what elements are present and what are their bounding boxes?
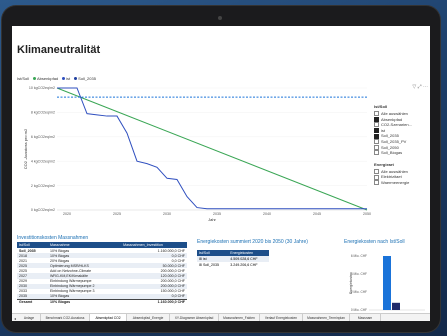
visual-header-icons: ▽ ⤢ ⋯ [374, 84, 428, 90]
tab-massnahmen-terminplan[interactable]: Massnahmen_Terminplan [303, 314, 351, 321]
investment-table-title: Investitionskosten Massnahmen [17, 235, 89, 241]
istsoll-slicer-header: Ist/Soll [374, 104, 388, 109]
tab-absenkpfad-energie[interactable]: Absenkpfad_Energie [127, 314, 171, 321]
x-tick-label: 2040 [263, 212, 271, 216]
table-cell: 10% Biogas [48, 298, 122, 306]
y-tick-label: 6 kgCO2eq/m2 [31, 135, 55, 139]
investment-table: Ist/Soll Massnahme Massnahmen_Investitio… [17, 242, 187, 306]
x-axis-title: Jahr [208, 217, 216, 222]
tab-verlauf-energiekosten[interactable]: Verlauf Energiekosten [260, 314, 304, 321]
legend-label: Ist/Soll [17, 76, 30, 81]
y-tick-label: 10 kgCO2eq/m2 [29, 86, 55, 90]
page-title: Klimaneutralität [17, 44, 101, 56]
y-tick-label: 2 kgCO2eq/m2 [31, 184, 55, 188]
checkbox-icon[interactable] [374, 116, 379, 122]
legend-item-soll[interactable]: Soll_2035 [74, 76, 96, 81]
camera-icon [218, 16, 222, 20]
energy-table-title: Energiekosten summiert 2020 bis 2050 (30… [197, 239, 308, 245]
y-tick-label: 0 kgCO2eq/m2 [31, 208, 55, 212]
tab-massnahmen-fakten[interactable]: Massnahmen_Fakten [219, 314, 261, 321]
table-cell: Gesamt [17, 298, 48, 306]
filter-icon[interactable]: ▽ [412, 84, 416, 90]
checkbox-icon[interactable] [374, 150, 379, 156]
slicer-item-label: Waermeenergie [381, 179, 410, 185]
tablet-device: Klimaneutralität Ist/Soll Absenkpfad ist… [2, 6, 440, 332]
filter-panel: ▽ ⤢ ⋯ Ist/Soll Alle auswählen Absenkpfad C… [374, 84, 428, 186]
x-tick-label: 2050 [363, 212, 371, 216]
series-line-absenkpfad[interactable] [56, 87, 368, 211]
energieart-slicer: Alle auswählen Elektrizitaet Waermeenergie [374, 169, 428, 186]
y-tick-label: 6 Mio. CHF [351, 254, 367, 258]
x-tick-label: 2030 [163, 212, 171, 216]
checkbox-icon[interactable] [374, 139, 379, 145]
x-tick-label: 2045 [313, 212, 321, 216]
legend-item-ist[interactable]: ist [62, 76, 70, 81]
focus-icon[interactable]: ⤢ [418, 84, 422, 90]
slicer-item-label: Soll_Biogas [381, 150, 403, 156]
y-tick-label: 8 kgCO2eq/m2 [31, 111, 55, 115]
legend-item-label: ist [66, 76, 71, 81]
legend-item-label: Absenkpfad [37, 76, 59, 81]
table-cell: 1.160.000,0 CHF [121, 298, 187, 306]
legend-dot-icon [33, 77, 37, 80]
bar-chart-title: Energiekosten nach Ist/Soll [344, 239, 405, 245]
bar-ist[interactable] [383, 256, 391, 310]
y-axis-title: CO2 -Ausstoss pro m2 [23, 128, 28, 169]
checkbox-icon[interactable] [374, 174, 379, 180]
table-cell: ⊞ Soll_2035 [199, 263, 219, 267]
x-tick-label: 2020 [63, 212, 71, 216]
y-axis-title: Energiekosten [349, 272, 353, 294]
checkbox-icon[interactable] [374, 122, 379, 128]
co2-line-chart[interactable]: 10 kgCO2eq/m2 8 kgCO2eq/m2 6 kgCO2eq/m2 4 k… [17, 84, 372, 229]
x-tick-label: 2035 [213, 212, 221, 216]
bar-soll_2035[interactable] [392, 302, 400, 310]
report-canvas: Klimaneutralität Ist/Soll Absenkpfad ist… [12, 26, 430, 321]
slicer-item[interactable]: Waermeenergie [374, 180, 428, 186]
legend-dot-icon [62, 77, 66, 80]
table-total-row[interactable]: Gesamt 10% Biogas 1.160.000,0 CHF [17, 298, 187, 306]
energy-table: Ist/Soll Energiekosten ⊞ ist 4.509.028,6 … [197, 250, 269, 268]
more-icon[interactable]: ⋯ [423, 84, 428, 90]
y-tick-label: 4 kgCO2eq/m2 [31, 159, 55, 163]
tab-absenkpfad-co2[interactable]: Absenkpfad CO2 [90, 314, 128, 321]
desk-background: Klimaneutralität Ist/Soll Absenkpfad ist… [0, 0, 447, 336]
y-tick-label: 2 Mio. CHF [351, 290, 367, 294]
checkbox-icon[interactable] [374, 128, 379, 134]
slicer-item[interactable]: Soll_Biogas [374, 150, 428, 156]
legend-dot-icon [74, 77, 78, 80]
y-tick-label: 0 Mio. CHF [351, 308, 367, 312]
tab-xy-diagramm-absenkpfad[interactable]: XY-Diagramm Absenkpfad [170, 314, 220, 321]
legend-item-label: Soll_2035 [78, 76, 96, 81]
table-cell: 3.249.206,6 CHF [230, 263, 258, 267]
checkbox-icon[interactable] [374, 133, 379, 139]
chart-legend: Ist/Soll Absenkpfad ist Soll_2035 [17, 76, 96, 81]
tab-anlage[interactable]: Anlage [18, 314, 42, 321]
page-tabs: ◂ Anlage Benchmark CO2-Ausstoss Absenkpfad… [12, 313, 430, 321]
istsoll-slicer: Alle auswählen Absenkpfad CO2-Szenarien...… [374, 111, 428, 156]
checkbox-icon[interactable] [374, 169, 379, 175]
tab-benchmark-co2-ausstoss[interactable]: Benchmark CO2-Ausstoss [41, 314, 91, 321]
checkbox-icon[interactable] [374, 111, 379, 117]
table-row[interactable]: ⊞ Soll_2035 3.249.206,6 CHF [197, 262, 269, 268]
checkbox-icon[interactable] [374, 144, 379, 150]
checkbox-icon[interactable] [374, 180, 379, 186]
energy-bar-chart[interactable]: 6 Mio. CHF 4 Mio. CHF 2 Mio. CHF 0 Mio. CHF… [347, 250, 427, 316]
tab-massnam[interactable]: Massnam [350, 314, 382, 321]
legend-item-absenkpfad[interactable]: Absenkpfad [33, 76, 58, 81]
energieart-slicer-header: Energieart [374, 161, 394, 167]
y-tick-label: 4 Mio. CHF [351, 272, 367, 276]
x-tick-label: 2025 [113, 212, 121, 216]
slicer-item-label: CO2-Szenarien... [381, 122, 412, 128]
